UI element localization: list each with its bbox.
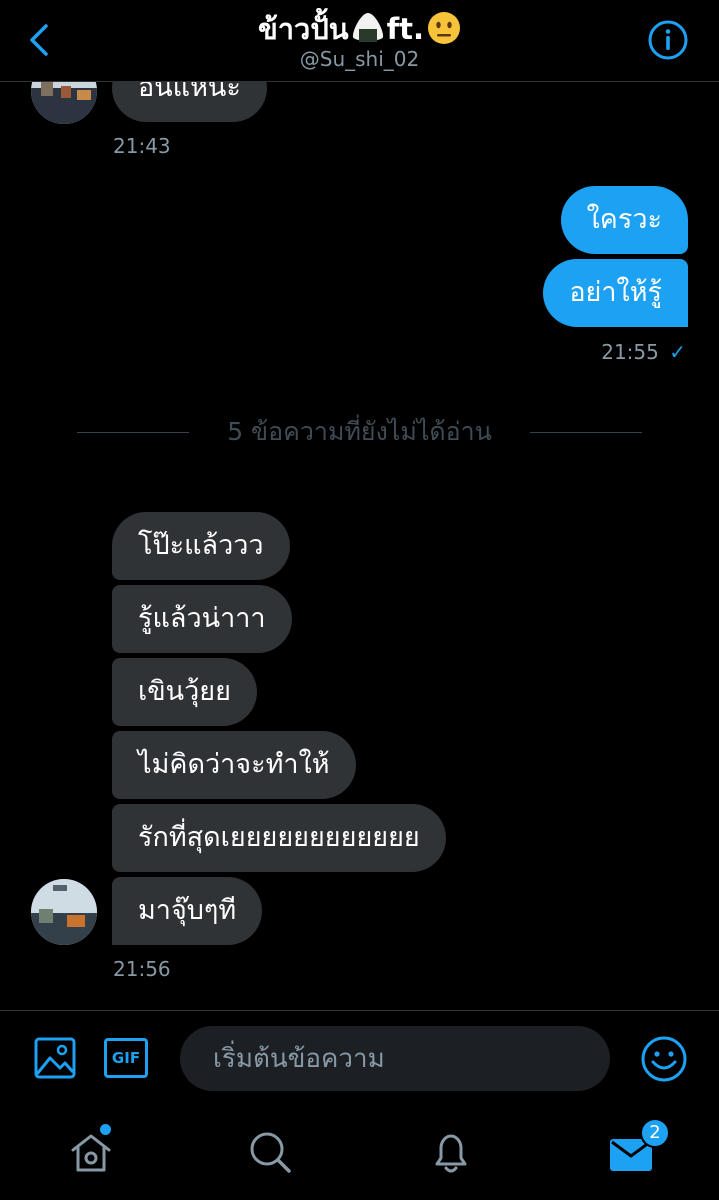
message-bubble-incoming[interactable]: เขินวุ้ยย bbox=[112, 658, 257, 726]
message-text: รู้แล้วน่าาา bbox=[138, 603, 266, 634]
message-bubble-outgoing[interactable]: ใครวะ bbox=[560, 186, 688, 254]
home-notification-dot bbox=[100, 1124, 111, 1135]
message-bubble-incoming[interactable]: รักที่สุดเยยยยยยยยยยยย bbox=[112, 804, 446, 872]
message-text: ไม่คิดว่าจะทำให้ bbox=[138, 749, 330, 780]
home-icon[interactable] bbox=[67, 1128, 115, 1176]
message-bubble-incoming[interactable]: มาจุ๊บๆที bbox=[112, 877, 263, 945]
title-text: ข้าวปั้น bbox=[257, 12, 349, 46]
message-bubble-incoming[interactable]: ไม่คิดว่าจะทำให้ bbox=[112, 731, 356, 799]
image-icon[interactable] bbox=[33, 1036, 77, 1080]
message-text: โป๊ะแล้ววว bbox=[138, 530, 264, 561]
avatar[interactable] bbox=[31, 879, 97, 945]
message-timestamp: 21:43 bbox=[113, 134, 171, 158]
gif-button[interactable]: GIF bbox=[104, 1038, 148, 1078]
info-icon[interactable] bbox=[647, 19, 689, 61]
message-text: อย่าให้รู้ bbox=[569, 277, 662, 308]
conversation-header: ข้าวปั้น ft. @Su_shi_02 bbox=[0, 0, 719, 82]
message-timestamp: 21:56 bbox=[113, 957, 171, 981]
message-text: ใครวะ bbox=[586, 204, 662, 235]
conversation-title: ข้าวปั้น ft. bbox=[0, 10, 719, 48]
unread-divider: 5 ข้อความที่ยังไม่ได้อ่าน bbox=[227, 417, 492, 446]
sent-time: 21:55 bbox=[601, 340, 659, 364]
message-bubble-incoming[interactable]: โป๊ะแล้ววว bbox=[112, 512, 290, 580]
message-input[interactable] bbox=[180, 1026, 610, 1091]
search-icon[interactable] bbox=[246, 1128, 294, 1176]
message-text: มาจุ๊บๆที bbox=[138, 895, 237, 926]
messages-badge: 2 bbox=[640, 1118, 670, 1148]
notifications-bell-icon[interactable] bbox=[427, 1128, 475, 1176]
gif-label: GIF bbox=[111, 1049, 141, 1067]
message-bubble-incoming[interactable]: รู้แล้วน่าาา bbox=[112, 585, 292, 653]
message-text: รักที่สุดเยยยยยยยยยยยย bbox=[138, 822, 420, 853]
title-suffix: ft. bbox=[386, 12, 425, 46]
rice-ball-emoji-icon bbox=[352, 13, 383, 42]
message-text: เขินวุ้ยย bbox=[138, 676, 231, 707]
emoji-icon[interactable] bbox=[640, 1035, 688, 1083]
conversation-handle: @Su_shi_02 bbox=[299, 47, 420, 71]
read-check-icon: ✓ bbox=[669, 340, 686, 364]
message-timestamp: 21:55 ✓ bbox=[601, 340, 686, 364]
neutral-face-emoji-icon bbox=[428, 12, 461, 44]
conversation-title-block[interactable]: ข้าวปั้น ft. @Su_shi_02 bbox=[0, 10, 719, 71]
message-bubble-outgoing[interactable]: อย่าให้รู้ bbox=[543, 259, 688, 327]
